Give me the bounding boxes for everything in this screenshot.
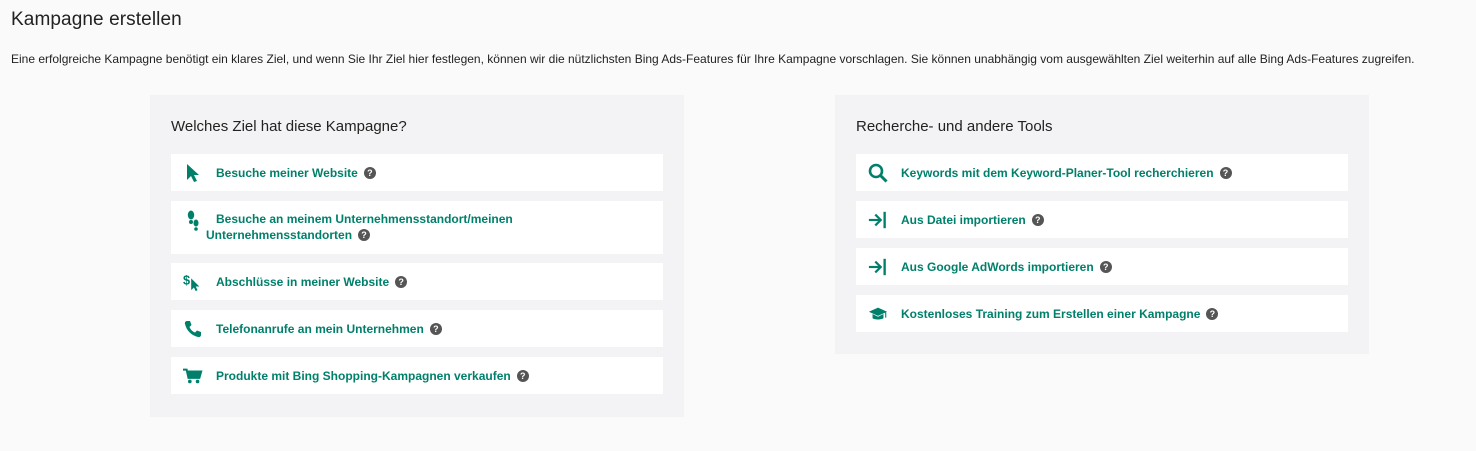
goal-label: Abschlüsse in meiner Website?: [216, 275, 408, 289]
intro-text: Eine erfolgreiche Kampagne benötigt ein …: [11, 52, 1415, 66]
help-icon[interactable]: ?: [395, 275, 408, 288]
phone-icon: [183, 319, 203, 339]
dollar-cursor-icon: $: [183, 272, 203, 292]
goals-panel-title: Welches Ziel hat diese Kampagne?: [171, 118, 407, 135]
tool-keyword-planner[interactable]: Keywords mit dem Keyword-Planer-Tool rec…: [856, 154, 1348, 191]
goal-phone-calls[interactable]: Telefonanrufe an mein Unternehmen?: [171, 310, 663, 347]
goals-panel: Welches Ziel hat diese Kampagne? Besuche…: [150, 95, 684, 417]
tool-label: Keywords mit dem Keyword-Planer-Tool rec…: [901, 166, 1232, 180]
tool-label: Aus Datei importieren?: [901, 213, 1044, 227]
page-title: Kampagne erstellen: [11, 9, 182, 30]
goal-store-visits[interactable]: Besuche an meinem Unternehmensstandort/m…: [171, 201, 663, 254]
help-icon[interactable]: ?: [429, 322, 442, 335]
tools-panel: Recherche- und andere Tools Keywords mit…: [835, 95, 1369, 354]
help-icon[interactable]: ?: [358, 229, 371, 241]
help-icon[interactable]: ?: [1099, 260, 1112, 273]
goal-label: Produkte mit Bing Shopping-Kampagnen ver…: [216, 369, 529, 383]
goal-label: Besuche meiner Website?: [216, 166, 376, 180]
import-icon: [868, 257, 888, 277]
tools-panel-title: Recherche- und andere Tools: [856, 118, 1053, 135]
svg-text:$: $: [183, 272, 190, 287]
tool-label: Kostenloses Training zum Erstellen einer…: [901, 307, 1219, 321]
help-icon[interactable]: ?: [1031, 213, 1044, 226]
goal-shopping[interactable]: Produkte mit Bing Shopping-Kampagnen ver…: [171, 357, 663, 394]
goal-conversions[interactable]: $ Abschlüsse in meiner Website?: [171, 263, 663, 300]
graduation-cap-icon: [868, 304, 888, 324]
cursor-icon: [183, 163, 203, 183]
help-icon[interactable]: ?: [363, 166, 376, 179]
help-icon[interactable]: ?: [1206, 307, 1219, 320]
footsteps-icon: [183, 210, 203, 231]
goal-website-visits[interactable]: Besuche meiner Website?: [171, 154, 663, 191]
goal-label: Besuche an meinem Unternehmensstandort/m…: [206, 212, 513, 242]
help-icon[interactable]: ?: [1219, 166, 1232, 179]
tool-free-training[interactable]: Kostenloses Training zum Erstellen einer…: [856, 295, 1348, 332]
goal-label: Telefonanrufe an mein Unternehmen?: [216, 322, 442, 336]
tool-import-adwords[interactable]: Aus Google AdWords importieren?: [856, 248, 1348, 285]
search-icon: [868, 163, 888, 183]
help-icon[interactable]: ?: [516, 369, 529, 382]
import-icon: [868, 210, 888, 230]
cart-icon: [183, 366, 203, 386]
tool-import-file[interactable]: Aus Datei importieren?: [856, 201, 1348, 238]
tool-label: Aus Google AdWords importieren?: [901, 260, 1112, 274]
